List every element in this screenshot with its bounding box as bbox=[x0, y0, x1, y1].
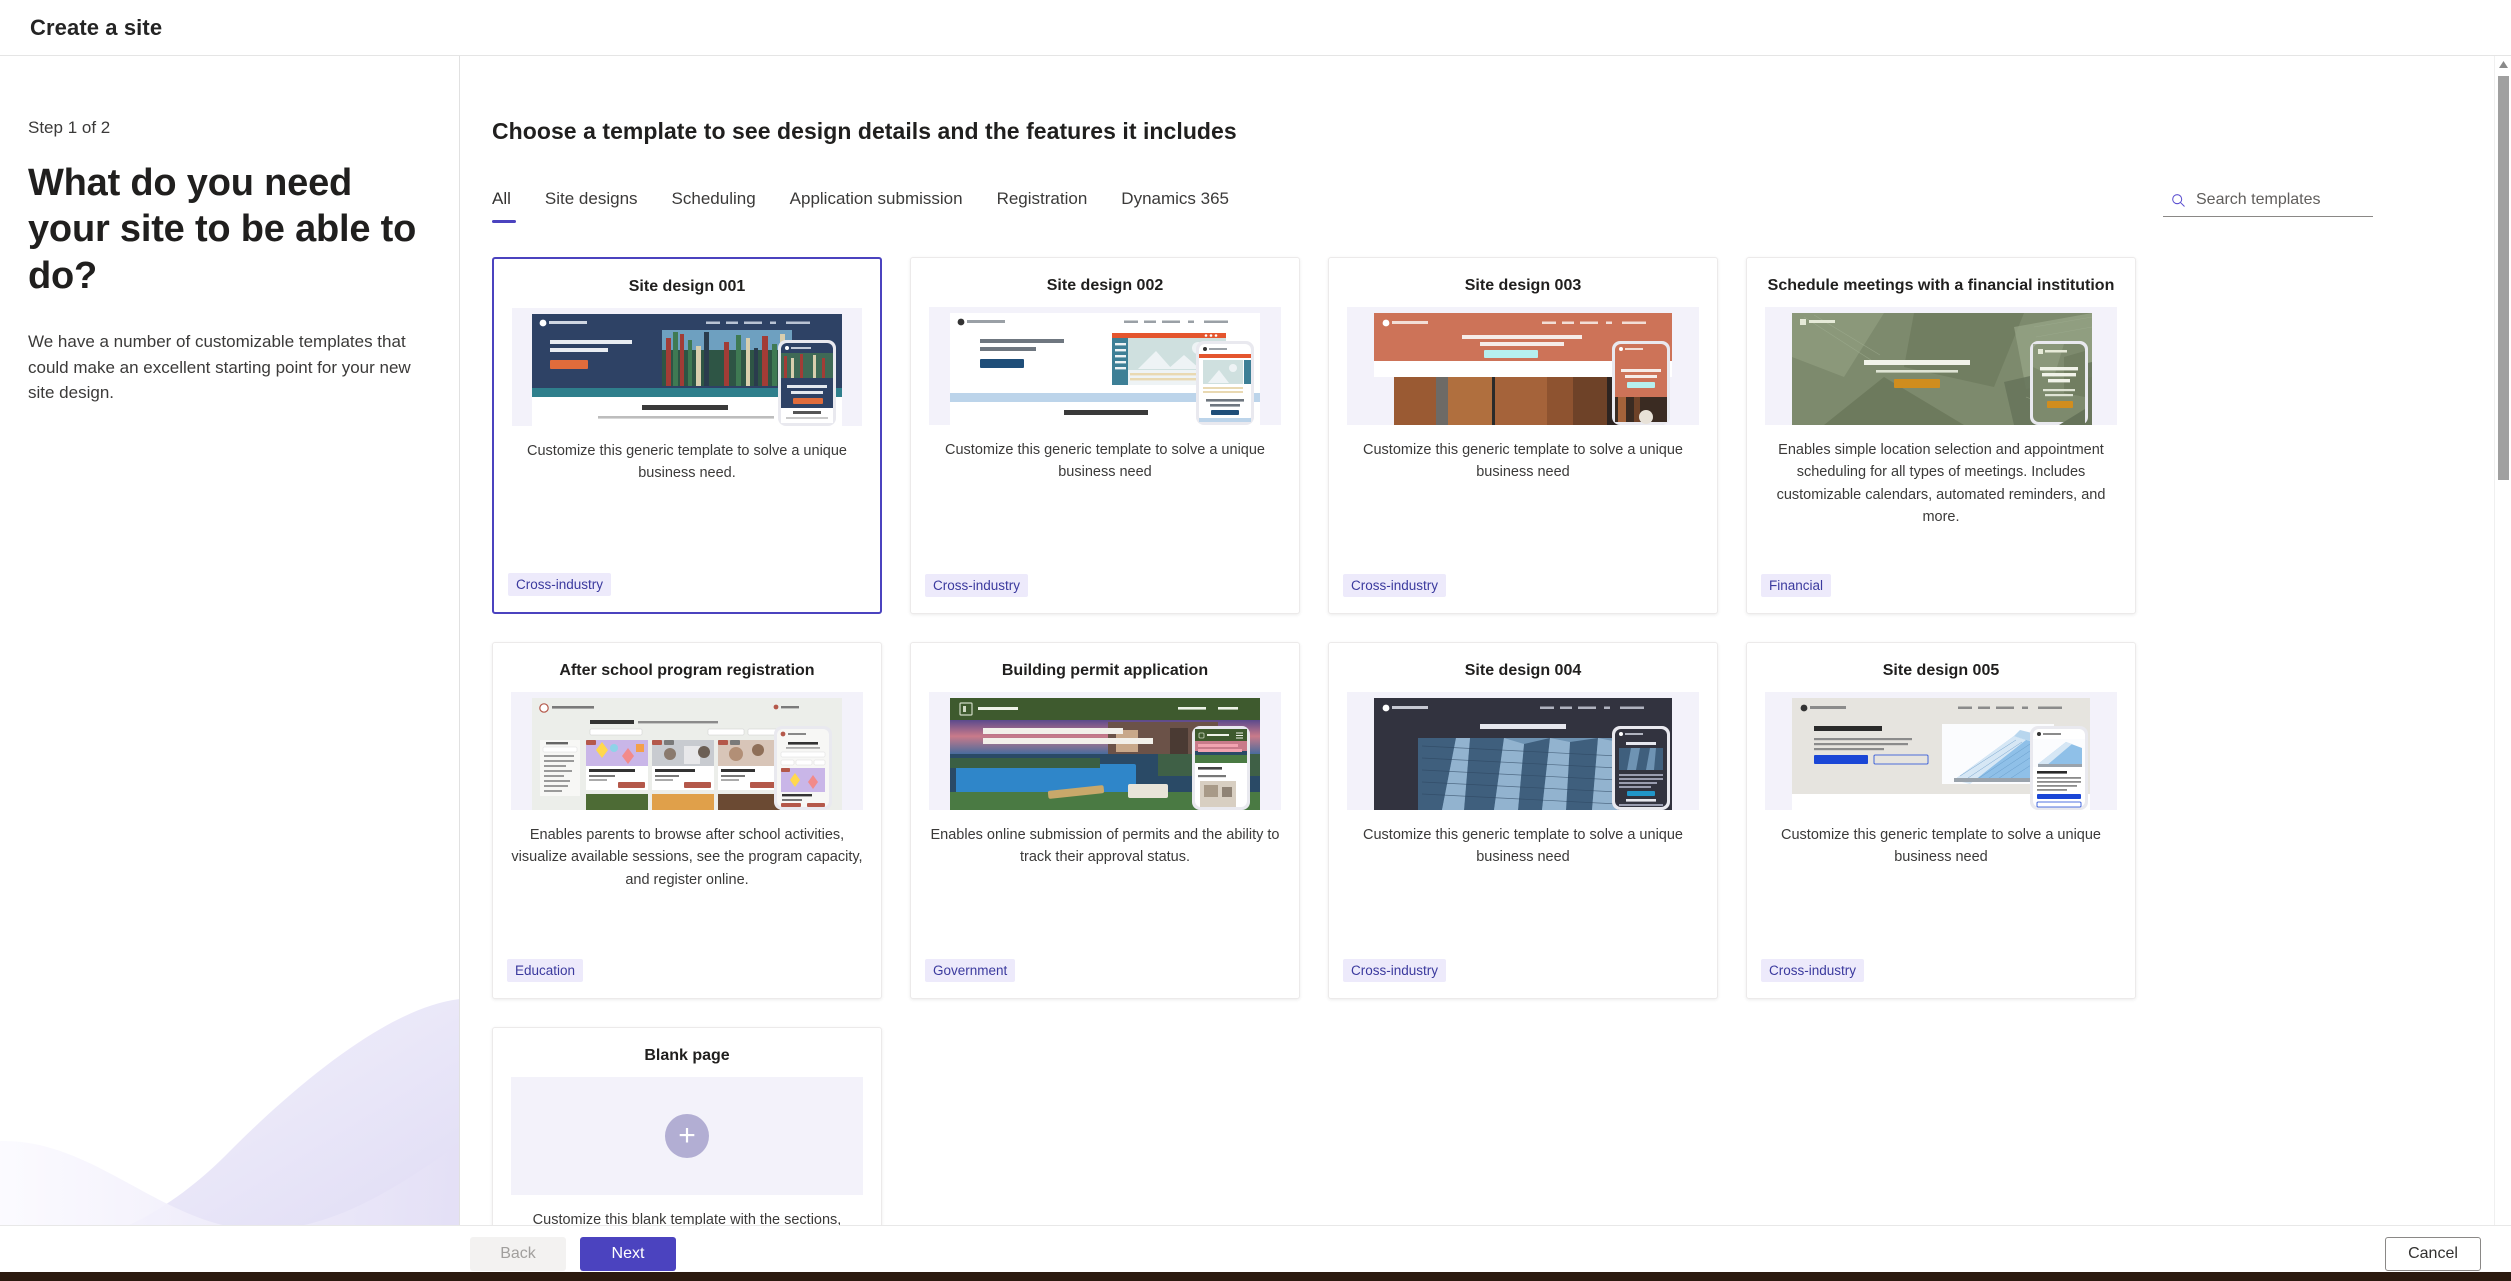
template-card-after-school-program[interactable]: After school program registration Enable… bbox=[492, 642, 882, 999]
thumbnail-site-design-002 bbox=[929, 307, 1281, 425]
tab-dynamics-365[interactable]: Dynamics 365 bbox=[1121, 189, 1251, 223]
thumbnail-site-design-001 bbox=[512, 308, 862, 426]
card-title: Building permit application bbox=[1001, 662, 1209, 679]
page-description: We have a number of customizable templat… bbox=[28, 332, 411, 403]
step-indicator: Step 1 of 2 bbox=[28, 118, 111, 137]
left-info-pane: Step 1 of 2 What do you need your site t… bbox=[0, 56, 460, 1281]
thumbnail-schedule-meetings bbox=[1765, 307, 2117, 425]
card-title: Blank page bbox=[644, 1047, 730, 1064]
cancel-button[interactable]: Cancel bbox=[2385, 1236, 2481, 1271]
card-category-chip: Cross-industry bbox=[508, 573, 612, 596]
os-taskbar bbox=[0, 1272, 2511, 1281]
window-title: Create a site bbox=[30, 14, 163, 40]
next-button[interactable]: Next bbox=[580, 1236, 676, 1271]
template-gallery-pane: Choose a template to see design details … bbox=[460, 56, 2511, 1281]
card-category-chip: Cross-industry bbox=[925, 574, 1029, 597]
search-icon bbox=[2172, 193, 2185, 207]
card-description: Enables simple location selection and ap… bbox=[1776, 442, 2106, 526]
template-card-site-design-005[interactable]: Site design 005 Customize this generic t… bbox=[1746, 642, 2136, 999]
card-thumbnail bbox=[512, 308, 862, 426]
card-thumbnail bbox=[1765, 307, 2117, 425]
search-input[interactable]: Search templates bbox=[2196, 191, 2321, 209]
footer-primary-actions: Back Next bbox=[470, 1236, 676, 1271]
card-category-chip: Government bbox=[925, 959, 1016, 982]
card-description: Customize this generic template to solve… bbox=[1363, 827, 1683, 866]
window-titlebar: Create a site bbox=[0, 0, 2511, 56]
scroll-up-arrow-icon[interactable] bbox=[2495, 56, 2511, 73]
card-thumbnail bbox=[511, 692, 863, 810]
thumbnail-site-design-004 bbox=[1347, 692, 1699, 810]
tab-site-designs[interactable]: Site designs bbox=[545, 189, 660, 223]
template-card-building-permit[interactable]: Building permit application Enables onli… bbox=[910, 642, 1300, 999]
thumbnail-site-design-005 bbox=[1765, 692, 2117, 810]
card-thumbnail bbox=[1765, 692, 2117, 810]
card-title: Site design 001 bbox=[628, 278, 746, 295]
plus-icon: + bbox=[665, 1114, 709, 1158]
template-card-site-design-001[interactable]: Site design 001 Customize this generic t… bbox=[492, 257, 882, 614]
filter-tabs-row: All Site designs Scheduling Application … bbox=[492, 189, 2511, 223]
card-description: Enables parents to browse after school a… bbox=[511, 827, 863, 888]
card-category-chip: Cross-industry bbox=[1343, 959, 1447, 982]
thumbnail-site-design-003 bbox=[1347, 307, 1699, 425]
gallery-scrollbar[interactable] bbox=[2494, 56, 2511, 1281]
template-card-grid: Site design 001 Customize this generic t… bbox=[492, 257, 2511, 1281]
card-description: Customize this generic template to solve… bbox=[1363, 442, 1683, 481]
tab-scheduling[interactable]: Scheduling bbox=[672, 189, 778, 223]
card-title: Schedule meetings with a financial insti… bbox=[1767, 277, 2115, 294]
card-category-chip: Financial bbox=[1761, 574, 1832, 597]
card-title: Site design 004 bbox=[1464, 662, 1582, 679]
page-title: What do you need your site to be able to… bbox=[28, 162, 417, 297]
card-description: Customize this generic template to solve… bbox=[1781, 827, 2101, 866]
card-category-chip: Education bbox=[507, 959, 584, 982]
card-thumbnail bbox=[1347, 692, 1699, 810]
template-card-site-design-002[interactable]: Site design 002 Customize this generic t… bbox=[910, 257, 1300, 614]
back-button[interactable]: Back bbox=[470, 1236, 566, 1271]
card-thumbnail bbox=[929, 307, 1281, 425]
template-card-site-design-004[interactable]: Site design 004 Customize this generic t… bbox=[1328, 642, 1718, 999]
filter-tabs: All Site designs Scheduling Application … bbox=[492, 189, 1263, 223]
card-title: After school program registration bbox=[559, 662, 815, 679]
scrollbar-thumb[interactable] bbox=[2498, 76, 2509, 480]
card-description: Enables online submission of permits and… bbox=[930, 827, 1280, 866]
card-title: Site design 003 bbox=[1464, 277, 1582, 294]
card-thumbnail bbox=[1347, 307, 1699, 425]
template-card-schedule-meetings[interactable]: Schedule meetings with a financial insti… bbox=[1746, 257, 2136, 614]
card-description: Customize this generic template to solve… bbox=[527, 443, 847, 482]
card-category-chip: Cross-industry bbox=[1343, 574, 1447, 597]
gallery-heading: Choose a template to see design details … bbox=[492, 118, 1237, 144]
card-thumbnail: + bbox=[511, 1077, 863, 1195]
template-card-site-design-003[interactable]: Site design 003 Customize this generic t… bbox=[1328, 257, 1718, 614]
tab-application-submission[interactable]: Application submission bbox=[790, 189, 985, 223]
dialog-body: Step 1 of 2 What do you need your site t… bbox=[0, 56, 2511, 1281]
thumbnail-building-permit bbox=[929, 692, 1281, 810]
card-title: Site design 002 bbox=[1046, 277, 1164, 294]
thumbnail-after-school bbox=[511, 692, 863, 810]
card-thumbnail bbox=[929, 692, 1281, 810]
card-category-chip: Cross-industry bbox=[1761, 959, 1865, 982]
card-title: Site design 005 bbox=[1882, 662, 2000, 679]
search-templates-box[interactable]: Search templates bbox=[2163, 191, 2373, 217]
tab-registration[interactable]: Registration bbox=[997, 189, 1110, 223]
tab-all[interactable]: All bbox=[492, 189, 533, 223]
card-description: Customize this generic template to solve… bbox=[945, 442, 1265, 481]
